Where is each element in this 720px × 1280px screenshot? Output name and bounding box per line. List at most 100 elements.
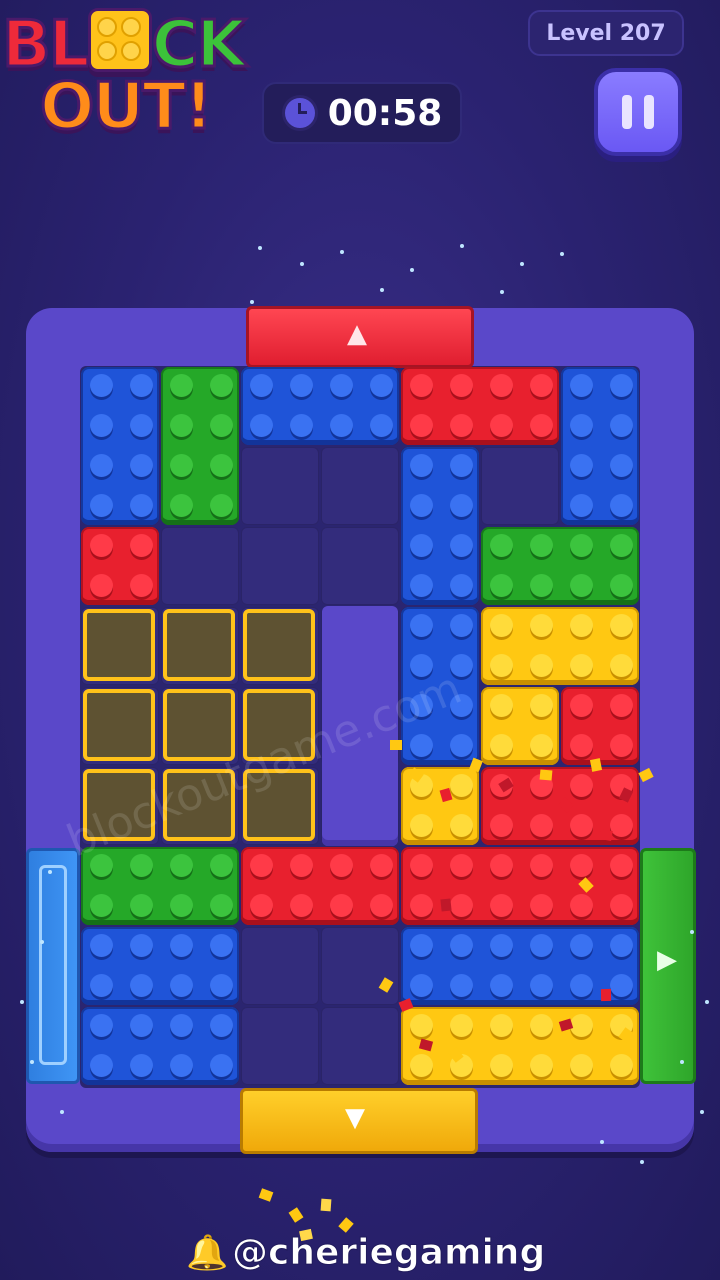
stud bbox=[410, 974, 433, 997]
stud bbox=[410, 894, 433, 917]
stud bbox=[570, 574, 593, 597]
blue-block[interactable] bbox=[241, 367, 399, 445]
stud bbox=[90, 534, 113, 557]
red-block[interactable] bbox=[81, 527, 159, 605]
sparkle bbox=[40, 940, 44, 944]
pause-icon bbox=[622, 95, 632, 129]
blue-block[interactable] bbox=[81, 367, 159, 525]
stud bbox=[250, 894, 273, 917]
yellow-block[interactable] bbox=[401, 1007, 639, 1085]
confetti-piece bbox=[338, 1217, 354, 1233]
stud bbox=[130, 414, 153, 437]
blue-block[interactable] bbox=[81, 1007, 239, 1085]
red-block[interactable] bbox=[561, 687, 639, 765]
stud bbox=[570, 934, 593, 957]
pause-button[interactable] bbox=[594, 68, 682, 156]
stud bbox=[490, 854, 513, 877]
stud bbox=[130, 1054, 153, 1077]
level-indicator: Level 207 bbox=[528, 10, 684, 56]
red-block[interactable] bbox=[401, 367, 559, 445]
stud bbox=[490, 1014, 513, 1037]
board-cell bbox=[321, 447, 399, 525]
sparkle bbox=[500, 290, 504, 294]
stud bbox=[450, 574, 473, 597]
stud bbox=[170, 414, 193, 437]
sparkle bbox=[680, 1060, 684, 1064]
stud bbox=[210, 374, 233, 397]
stud bbox=[530, 974, 553, 997]
stud bbox=[570, 1054, 593, 1077]
board-cell bbox=[241, 1007, 319, 1085]
stud bbox=[450, 734, 473, 757]
blue-block[interactable] bbox=[561, 367, 639, 525]
stud bbox=[490, 534, 513, 557]
confetti-piece bbox=[599, 829, 613, 841]
stud bbox=[290, 854, 313, 877]
yellow-block[interactable] bbox=[481, 607, 639, 685]
green-block[interactable] bbox=[161, 367, 239, 525]
stud bbox=[290, 894, 313, 917]
blue-block[interactable] bbox=[401, 447, 479, 605]
stud bbox=[170, 934, 193, 957]
stud bbox=[490, 614, 513, 637]
sparkle bbox=[520, 262, 524, 266]
blue-block[interactable] bbox=[81, 927, 239, 1005]
stud bbox=[410, 1014, 433, 1037]
stud bbox=[410, 814, 433, 837]
stud bbox=[130, 494, 153, 517]
stud bbox=[90, 1054, 113, 1077]
stud bbox=[530, 574, 553, 597]
stud bbox=[410, 934, 433, 957]
stud bbox=[170, 854, 193, 877]
stud bbox=[170, 1014, 193, 1037]
gate-slot bbox=[39, 865, 67, 1065]
confetti-piece bbox=[589, 758, 603, 772]
confetti-piece bbox=[539, 769, 553, 781]
sparkle bbox=[48, 870, 52, 874]
stud bbox=[570, 694, 593, 717]
stud bbox=[370, 414, 393, 437]
pause-icon-bar bbox=[644, 95, 654, 129]
stud bbox=[130, 374, 153, 397]
stud bbox=[90, 934, 113, 957]
stud bbox=[530, 534, 553, 557]
stud bbox=[570, 854, 593, 877]
green-block[interactable] bbox=[81, 847, 239, 925]
board-cell bbox=[321, 1007, 399, 1085]
board-cell bbox=[161, 527, 239, 605]
board-cell bbox=[241, 447, 319, 525]
target-slot bbox=[163, 609, 235, 681]
sparkle bbox=[60, 1110, 64, 1114]
stud bbox=[450, 854, 473, 877]
stud bbox=[250, 414, 273, 437]
stud bbox=[450, 534, 473, 557]
red-block[interactable] bbox=[241, 847, 399, 925]
arrow-up-icon: ▲ bbox=[347, 319, 367, 349]
target-slot bbox=[83, 609, 155, 681]
stud bbox=[530, 934, 553, 957]
stud bbox=[410, 414, 433, 437]
yellow-block[interactable] bbox=[481, 687, 559, 765]
stud bbox=[490, 654, 513, 677]
red-block[interactable] bbox=[401, 847, 639, 925]
stud bbox=[610, 374, 633, 397]
green-block[interactable] bbox=[481, 527, 639, 605]
stud bbox=[570, 894, 593, 917]
stud bbox=[450, 814, 473, 837]
stud bbox=[490, 934, 513, 957]
stud bbox=[210, 414, 233, 437]
stud bbox=[410, 374, 433, 397]
target-slot bbox=[163, 689, 235, 761]
sparkle bbox=[340, 250, 344, 254]
stud bbox=[210, 934, 233, 957]
arrow-right-icon: ▶ bbox=[657, 945, 677, 975]
board-cell bbox=[241, 927, 319, 1005]
stud bbox=[490, 894, 513, 917]
stud bbox=[490, 974, 513, 997]
sparkle bbox=[380, 288, 384, 292]
stud bbox=[410, 574, 433, 597]
stud bbox=[450, 774, 473, 797]
stud bbox=[530, 1054, 553, 1077]
stud bbox=[570, 614, 593, 637]
stud bbox=[210, 454, 233, 477]
